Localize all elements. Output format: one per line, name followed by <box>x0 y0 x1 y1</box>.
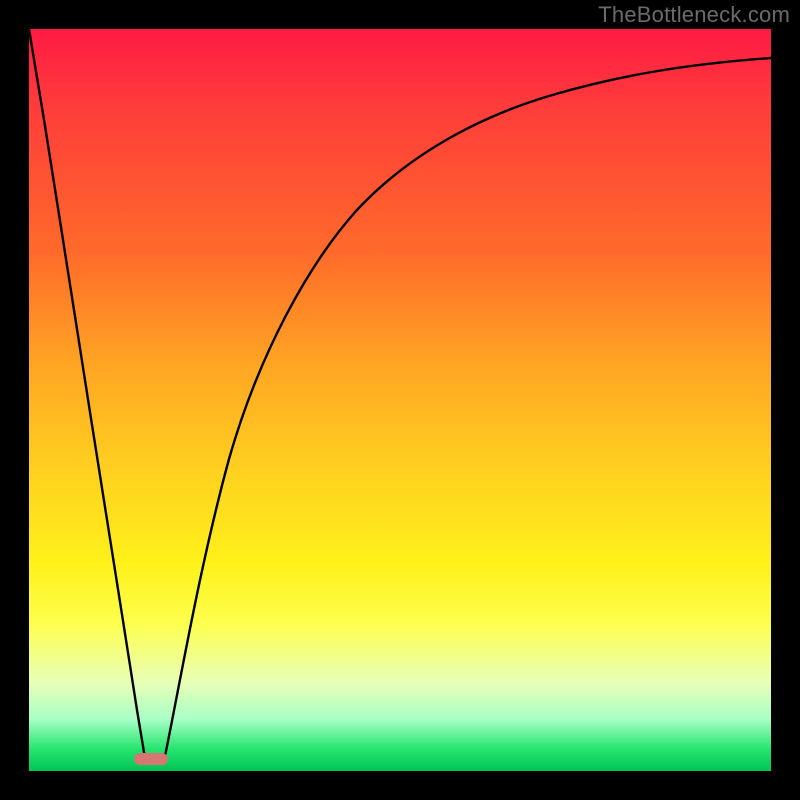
curve-right-ascend <box>165 58 771 757</box>
chart-frame: TheBottleneck.com <box>0 0 800 800</box>
plot-curves <box>29 29 771 771</box>
curve-left-descent <box>29 29 146 761</box>
plot-area <box>29 29 771 771</box>
watermark-text: TheBottleneck.com <box>598 2 790 28</box>
bottleneck-marker <box>134 753 168 765</box>
